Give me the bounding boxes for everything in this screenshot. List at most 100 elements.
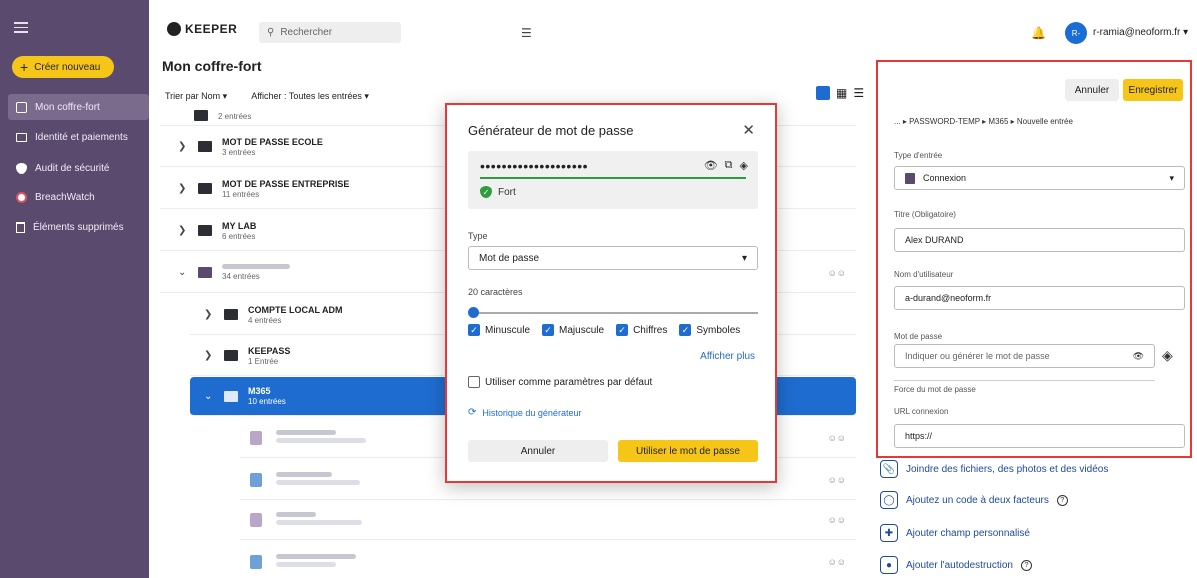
history-link[interactable]: ⟳ Historique du générateur bbox=[468, 407, 581, 418]
list-view-icon[interactable]: ☰ bbox=[853, 86, 864, 100]
action-label: Ajoutez un code à deux facteurs bbox=[906, 494, 1049, 506]
chevron-right-icon: ❯ bbox=[178, 141, 187, 152]
help-icon[interactable]: ? bbox=[1056, 494, 1068, 506]
use-password-button[interactable]: Utiliser le mot de passe bbox=[618, 440, 758, 462]
user-menu[interactable]: r-ramia@neoform.fr ▾ bbox=[1093, 27, 1188, 38]
create-new-label: Créer nouveau bbox=[34, 61, 101, 73]
new-entry-panel: Annuler Enregistrer ... ▸ PASSWORD-TEMP … bbox=[876, 60, 1192, 458]
trash-icon bbox=[16, 221, 25, 233]
self-destruct-icon: ● bbox=[880, 556, 898, 574]
two-factor-icon: ◯ bbox=[880, 491, 898, 509]
redacted-subtitle bbox=[276, 519, 362, 525]
folder-count: 2 entrées bbox=[218, 111, 252, 121]
type-select[interactable]: Mot de passe ▾ bbox=[468, 246, 758, 270]
folder-title: COMPTE LOCAL ADM bbox=[248, 304, 343, 315]
eye-icon[interactable]: 👁 bbox=[704, 159, 718, 172]
sidebar: + Créer nouveau Mon coffre-fort Identité… bbox=[0, 0, 149, 578]
table-row[interactable]: ☺☺ bbox=[240, 500, 856, 540]
top-bar: KEEPER ⚲ Rechercher ☰ 🔔 R- r-ramia@neofo… bbox=[149, 0, 1197, 52]
folder-count: 34 entrées bbox=[222, 272, 260, 281]
username-field[interactable]: a-durand@neoform.fr bbox=[894, 286, 1185, 310]
show-dropdown[interactable]: Afficher : Toutes les entrées ▾ bbox=[251, 91, 369, 102]
breadcrumb: ... ▸ PASSWORD-TEMP ▸ M365 ▸ Nouvelle en… bbox=[894, 117, 1073, 126]
length-slider-track[interactable] bbox=[474, 312, 758, 314]
redacted-subtitle bbox=[276, 437, 366, 443]
breachwatch-icon bbox=[16, 191, 27, 203]
redacted-subtitle bbox=[276, 562, 336, 567]
password-placeholder: Indiquer ou générer le mot de passe bbox=[905, 351, 1050, 361]
help-icon[interactable]: ? bbox=[1020, 559, 1032, 571]
entry-type-select[interactable]: Connexion ▾ bbox=[894, 166, 1185, 190]
title-label: Titre (Obligatoire) bbox=[894, 210, 956, 219]
folder-count: 4 entrées bbox=[248, 315, 282, 325]
caret-down-icon: ▾ bbox=[1169, 172, 1174, 183]
sidebar-item-security-audit[interactable]: Audit de sécurité bbox=[8, 155, 149, 181]
plus-icon: + bbox=[20, 59, 29, 75]
shared-users-icon: ☺☺ bbox=[827, 474, 846, 485]
password-generator-icon[interactable]: ◈ bbox=[1162, 347, 1173, 364]
redacted-title bbox=[276, 471, 332, 477]
app-record-icon bbox=[250, 555, 262, 569]
shared-users-icon: ☺☺ bbox=[827, 432, 846, 443]
cancel-button[interactable]: Annuler bbox=[1065, 79, 1119, 101]
shared-users-icon: ☺☺ bbox=[827, 557, 846, 567]
redacted-title bbox=[222, 264, 290, 269]
length-slider-handle[interactable] bbox=[468, 307, 479, 318]
show-more-link[interactable]: Afficher plus bbox=[700, 351, 755, 362]
table-row[interactable]: ☺☺ bbox=[240, 542, 856, 578]
shield-icon bbox=[16, 162, 27, 174]
copy-icon[interactable]: ⧉ bbox=[725, 159, 733, 172]
title-field[interactable]: Alex DURAND bbox=[894, 228, 1185, 252]
option-digits[interactable]: ✓ Chiffres bbox=[616, 324, 667, 336]
paperclip-icon: 📎 bbox=[880, 460, 898, 478]
default-settings-checkbox[interactable]: Utiliser comme paramètres par défaut bbox=[468, 376, 652, 388]
action-label: Ajouter champ personnalisé bbox=[906, 527, 1030, 539]
option-symbols[interactable]: ✓ Symboles bbox=[679, 324, 740, 336]
two-factor-action[interactable]: ◯ Ajoutez un code à deux facteurs ? bbox=[880, 491, 1068, 509]
option-uppercase[interactable]: ✓ Majuscule bbox=[542, 324, 604, 336]
folder-view-icon[interactable] bbox=[816, 86, 830, 100]
redacted-subtitle bbox=[276, 479, 360, 485]
password-field[interactable]: Indiquer ou générer le mot de passe 👁 bbox=[894, 344, 1155, 368]
custom-field-action[interactable]: ✚ Ajouter champ personnalisé bbox=[880, 524, 1030, 542]
avatar[interactable]: R- bbox=[1065, 22, 1087, 44]
logo-text: KEEPER bbox=[185, 22, 238, 36]
grid-view-icon[interactable]: ▦ bbox=[836, 86, 847, 100]
close-icon[interactable]: ✕ bbox=[742, 121, 755, 139]
shared-users-icon: ☺☺ bbox=[827, 267, 846, 278]
card-icon bbox=[16, 132, 27, 142]
self-destruct-action[interactable]: ● Ajouter l'autodestruction ? bbox=[880, 556, 1032, 574]
sort-dropdown[interactable]: Trier par Nom ▾ bbox=[165, 91, 227, 102]
filter-icon[interactable]: ☰ bbox=[521, 26, 532, 40]
sidebar-item-identity[interactable]: Identité et paiements bbox=[8, 124, 149, 150]
save-button[interactable]: Enregistrer bbox=[1123, 79, 1183, 101]
sidebar-item-breachwatch[interactable]: BreachWatch bbox=[8, 184, 149, 210]
option-label: Majuscule bbox=[559, 324, 605, 336]
view-switcher: ▦ ☰ bbox=[816, 86, 864, 100]
eye-icon[interactable]: 👁 bbox=[1133, 351, 1144, 362]
keeper-logo: KEEPER bbox=[167, 22, 237, 36]
menu-icon[interactable] bbox=[14, 22, 28, 33]
bell-icon[interactable]: 🔔 bbox=[1031, 26, 1046, 40]
sidebar-item-label: Éléments supprimés bbox=[33, 221, 124, 233]
checkbox-checked-icon: ✓ bbox=[468, 324, 480, 336]
regenerate-icon[interactable]: ◈ bbox=[740, 159, 748, 172]
checkbox-checked-icon: ✓ bbox=[542, 324, 555, 336]
search-placeholder: Rechercher bbox=[280, 27, 333, 38]
url-field[interactable]: https:// bbox=[894, 424, 1185, 448]
option-lowercase[interactable]: ✓ Minuscule bbox=[468, 324, 530, 336]
attach-files-action[interactable]: 📎 Joindre des fichiers, des photos et de… bbox=[880, 460, 1108, 478]
page-title: Mon coffre-fort bbox=[162, 58, 262, 74]
sidebar-item-deleted[interactable]: Éléments supprimés bbox=[8, 214, 149, 240]
default-settings-label: Utiliser comme paramètres par défaut bbox=[485, 376, 653, 388]
type-label: Type bbox=[468, 231, 488, 241]
folder-title: KEEPASS bbox=[248, 345, 291, 356]
custom-field-icon: ✚ bbox=[880, 524, 898, 542]
sidebar-item-vault[interactable]: Mon coffre-fort bbox=[8, 94, 149, 120]
sidebar-item-label: Mon coffre-fort bbox=[35, 101, 100, 113]
check-shield-icon: ✓ bbox=[480, 186, 492, 198]
search-input[interactable]: ⚲ Rechercher bbox=[259, 22, 401, 43]
folder-icon bbox=[194, 110, 208, 121]
cancel-button[interactable]: Annuler bbox=[468, 440, 608, 462]
create-new-button[interactable]: + Créer nouveau bbox=[12, 56, 114, 78]
